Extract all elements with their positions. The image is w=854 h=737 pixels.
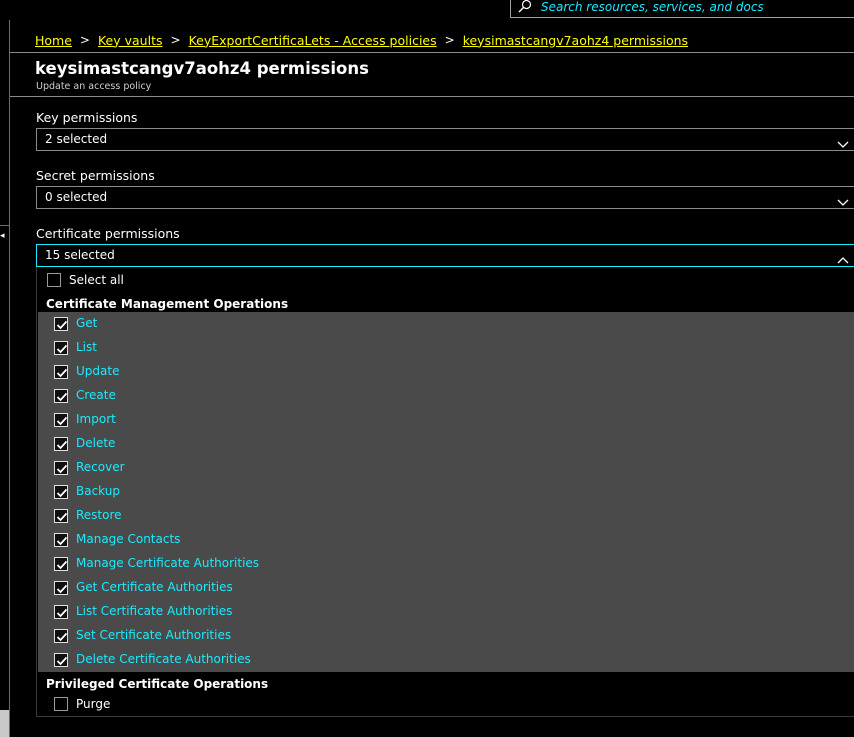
op-label: Delete (76, 436, 116, 450)
chevron-down-icon (837, 193, 849, 206)
op-label: Backup (76, 484, 120, 498)
list-item[interactable]: List Certificate Authorities (38, 600, 854, 624)
checkbox-checked[interactable] (54, 653, 68, 667)
secret-permissions-value: 0 selected (45, 190, 108, 204)
privileged-operations-header: Privileged Certificate Operations (46, 677, 269, 691)
list-item[interactable]: Get Certificate Authorities (38, 576, 854, 600)
search-icon (517, 0, 533, 15)
op-label: Purge (76, 697, 111, 711)
certificate-permissions-dropdown[interactable]: 15 selected (36, 244, 854, 267)
key-permissions-value: 2 selected (45, 132, 108, 146)
secret-permissions-label: Secret permissions (36, 168, 155, 183)
list-item[interactable]: Get (38, 312, 854, 336)
certificate-permissions-panel: Select all Certificate Management Operat… (36, 267, 854, 717)
list-item[interactable]: Create (38, 384, 854, 408)
op-label: Restore (76, 508, 122, 522)
breadcrumb-key-vaults[interactable]: Key vaults (98, 33, 163, 48)
global-search[interactable] (510, 0, 854, 18)
checkbox-checked[interactable] (54, 317, 68, 331)
select-all-checkbox[interactable] (47, 273, 61, 287)
secret-permissions-dropdown[interactable]: 0 selected (36, 186, 854, 209)
breadcrumb-home[interactable]: Home (35, 33, 72, 48)
list-item[interactable]: Set Certificate Authorities (38, 624, 854, 648)
left-rail-divider (0, 225, 9, 226)
key-permissions-dropdown[interactable]: 2 selected (36, 128, 854, 151)
list-item[interactable]: Delete Certificate Authorities (38, 648, 854, 672)
list-item[interactable]: Manage Certificate Authorities (38, 552, 854, 576)
certificate-permissions-value: 15 selected (45, 248, 115, 262)
op-label: Get (76, 316, 98, 330)
op-label: Manage Contacts (76, 532, 181, 546)
op-label: List Certificate Authorities (76, 604, 233, 618)
page-title: keysimastcangv7aohz4 permissions (35, 59, 369, 78)
list-item[interactable]: Restore (38, 504, 854, 528)
list-item[interactable]: Manage Contacts (38, 528, 854, 552)
checkbox-checked[interactable] (54, 461, 68, 475)
op-label: Update (76, 364, 120, 378)
list-item[interactable]: Purge (38, 694, 854, 716)
list-item[interactable]: Update (38, 360, 854, 384)
key-permissions-label: Key permissions (36, 110, 138, 125)
select-all-label: Select all (69, 273, 124, 287)
breadcrumb-current[interactable]: keysimastcangv7aohz4 permissions (463, 33, 688, 48)
op-label: Import (76, 412, 116, 426)
list-item[interactable]: Backup (38, 480, 854, 504)
privileged-operations-list: Purge (38, 694, 854, 716)
checkbox-checked[interactable] (54, 533, 68, 547)
checkbox-checked[interactable] (54, 437, 68, 451)
management-operations-list: Get List Update Create Import Delete Rec… (38, 312, 854, 672)
list-item[interactable]: Import (38, 408, 854, 432)
checkbox-checked[interactable] (54, 509, 68, 523)
management-operations-header: Certificate Management Operations (46, 297, 289, 311)
list-item[interactable]: Delete (38, 432, 854, 456)
expand-arrow-icon[interactable]: ◂ (0, 231, 5, 241)
page-subtitle: Update an access policy (36, 81, 152, 92)
left-rail: ◂ (0, 20, 10, 737)
top-bar (0, 0, 854, 20)
list-item[interactable]: Recover (38, 456, 854, 480)
checkbox-checked[interactable] (54, 557, 68, 571)
op-label: Set Certificate Authorities (76, 628, 232, 642)
checkbox-checked[interactable] (54, 581, 68, 595)
left-rail-scroll-block (0, 710, 9, 737)
breadcrumb: Home > Key vaults > KeyExportCertificaLe… (35, 31, 688, 49)
checkbox-checked[interactable] (54, 629, 68, 643)
op-label: Recover (76, 460, 125, 474)
op-label: List (76, 340, 97, 354)
breadcrumb-separator: > (444, 33, 455, 47)
checkbox-checked[interactable] (54, 341, 68, 355)
op-label: Create (76, 388, 116, 402)
checkbox-checked[interactable] (54, 605, 68, 619)
chevron-up-icon (837, 251, 849, 264)
checkbox-checked[interactable] (54, 365, 68, 379)
op-label: Get Certificate Authorities (76, 580, 233, 594)
checkbox-checked[interactable] (54, 389, 68, 403)
checkbox-checked[interactable] (54, 485, 68, 499)
op-label: Manage Certificate Authorities (76, 556, 260, 570)
app-root: ◂ Home > Key vaults > KeyExportCertifica… (0, 0, 854, 737)
checkbox-unchecked[interactable] (54, 697, 68, 711)
breadcrumb-access-policies[interactable]: KeyExportCertificaLets - Access policies (189, 33, 437, 48)
op-label: Delete Certificate Authorities (76, 652, 251, 666)
content-divider (10, 96, 854, 97)
list-item[interactable]: List (38, 336, 854, 360)
checkbox-checked[interactable] (54, 413, 68, 427)
chevron-down-icon (837, 135, 849, 148)
search-input[interactable] (541, 0, 851, 15)
header-divider (10, 52, 854, 53)
breadcrumb-separator: > (79, 33, 90, 47)
breadcrumb-separator: > (170, 33, 181, 47)
certificate-permissions-label: Certificate permissions (36, 226, 180, 241)
